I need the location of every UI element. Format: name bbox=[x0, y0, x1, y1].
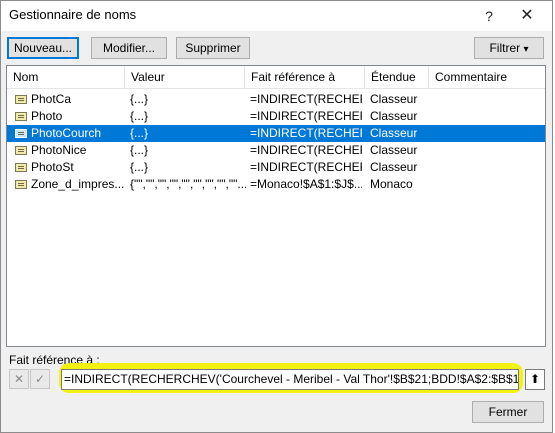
column-header-comment[interactable]: Commentaire bbox=[429, 66, 545, 88]
cancel-edit-button[interactable]: ✕ bbox=[9, 369, 29, 389]
row-name: PhotoCourch bbox=[31, 126, 102, 140]
list-header: Nom Valeur Fait référence à Étendue Comm… bbox=[7, 66, 545, 89]
title-bar: Gestionnaire de noms ? ✕ bbox=[1, 1, 552, 31]
column-header-scope[interactable]: Étendue bbox=[365, 66, 429, 88]
list-item[interactable]: PhotoSt {...} =INDIRECT(RECHER... Classe… bbox=[7, 159, 545, 176]
filter-button[interactable]: Filtrer ▾ bbox=[474, 37, 544, 59]
named-range-icon bbox=[15, 129, 27, 138]
delete-button-label: Supprimer bbox=[185, 41, 241, 55]
column-header-refers-to[interactable]: Fait référence à bbox=[245, 66, 365, 88]
row-refers-to: =INDIRECT(RECHER... bbox=[250, 143, 362, 157]
list-item[interactable]: PhotoCourch {...} =INDIRECT(RECHER... Cl… bbox=[7, 125, 545, 142]
named-range-icon bbox=[15, 146, 27, 155]
row-refers-to: =INDIRECT(RECHER... bbox=[250, 126, 362, 140]
row-comment bbox=[435, 108, 543, 125]
close-button-label: Fermer bbox=[488, 405, 528, 419]
row-value: {"","","","","","","","",""... bbox=[130, 177, 246, 191]
row-comment bbox=[435, 142, 543, 159]
row-name: PhotCa bbox=[31, 92, 72, 106]
row-value: {...} bbox=[130, 160, 149, 174]
row-refers-to: =INDIRECT(RECHER... bbox=[250, 92, 362, 106]
row-refers-to: =INDIRECT(RECHER... bbox=[250, 160, 362, 174]
column-header-name[interactable]: Nom bbox=[7, 66, 125, 88]
close-icon[interactable]: ✕ bbox=[507, 1, 547, 31]
row-comment bbox=[435, 91, 543, 108]
close-icon: ✕ bbox=[13, 372, 25, 386]
list-item[interactable]: PhotoNice {...} =INDIRECT(RECHER... Clas… bbox=[7, 142, 545, 159]
confirm-edit-button[interactable]: ✓ bbox=[30, 369, 50, 389]
delete-button[interactable]: Supprimer bbox=[176, 37, 250, 59]
name-manager-dialog: Gestionnaire de noms ? ✕ Nouveau... Modi… bbox=[0, 0, 553, 433]
row-refers-to: =Monaco!$A$1:$J$... bbox=[250, 177, 362, 191]
row-name: PhotoSt bbox=[31, 160, 74, 174]
row-scope: Classeur bbox=[370, 109, 418, 123]
help-button[interactable]: ? bbox=[469, 1, 509, 31]
row-scope: Monaco bbox=[370, 177, 413, 191]
row-name: Photo bbox=[31, 109, 63, 123]
row-name: PhotoNice bbox=[31, 143, 87, 157]
row-scope: Classeur bbox=[370, 92, 418, 106]
dialog-title: Gestionnaire de noms bbox=[9, 7, 137, 22]
row-comment bbox=[435, 176, 543, 193]
named-range-icon bbox=[15, 112, 27, 121]
arrow-up-icon: ⬆ bbox=[529, 372, 541, 386]
refers-to-formula: =INDIRECT(RECHERCHEV('Courchevel - Merib… bbox=[64, 372, 519, 386]
named-range-icon bbox=[15, 180, 27, 189]
collapse-dialog-button[interactable]: ⬆ bbox=[525, 369, 545, 390]
row-value: {...} bbox=[130, 126, 149, 140]
named-range-icon bbox=[15, 95, 27, 104]
close-button[interactable]: Fermer bbox=[472, 401, 544, 423]
row-value: {...} bbox=[130, 109, 149, 123]
edit-button-label: Modifier... bbox=[102, 41, 156, 55]
list-item[interactable]: Zone_d_impres... {"","","","","","","","… bbox=[7, 176, 545, 193]
new-button-label: Nouveau... bbox=[13, 41, 73, 55]
row-scope: Classeur bbox=[370, 143, 418, 157]
list-item[interactable]: Photo {...} =INDIRECT(RECHER... Classeur bbox=[7, 108, 545, 125]
row-refers-to: =INDIRECT(RECHER... bbox=[250, 109, 362, 123]
names-list[interactable]: Nom Valeur Fait référence à Étendue Comm… bbox=[6, 65, 546, 347]
list-item[interactable]: PhotCa {...} =INDIRECT(RECHER... Classeu… bbox=[7, 91, 545, 108]
row-scope: Classeur bbox=[370, 126, 418, 140]
filter-button-label: Filtrer bbox=[489, 41, 521, 55]
chevron-down-icon: ▾ bbox=[523, 44, 529, 55]
column-header-value[interactable]: Valeur bbox=[125, 66, 245, 88]
row-value: {...} bbox=[130, 143, 149, 157]
row-comment bbox=[435, 159, 543, 176]
named-range-icon bbox=[15, 163, 27, 172]
row-comment bbox=[435, 125, 543, 142]
row-value: {...} bbox=[130, 92, 149, 106]
check-icon: ✓ bbox=[34, 372, 46, 386]
row-scope: Classeur bbox=[370, 160, 418, 174]
row-name: Zone_d_impres... bbox=[31, 177, 125, 191]
refers-to-input[interactable]: =INDIRECT(RECHERCHEV('Courchevel - Merib… bbox=[61, 369, 519, 390]
new-button[interactable]: Nouveau... bbox=[7, 37, 79, 59]
edit-button[interactable]: Modifier... bbox=[91, 37, 167, 59]
